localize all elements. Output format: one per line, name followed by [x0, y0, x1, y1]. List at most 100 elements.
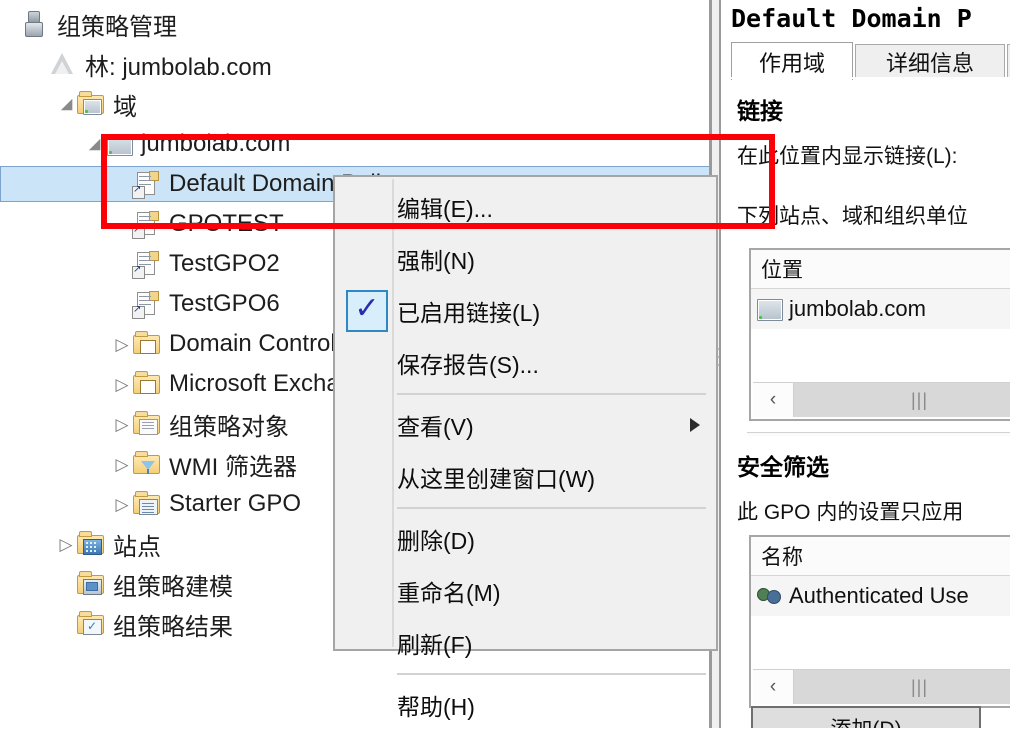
tree-item-label: jumbolab.com [141, 130, 291, 157]
expand-arrow-icon[interactable] [112, 494, 132, 514]
menu-item-m[interactable]: 重命名(M) [335, 565, 716, 617]
gpo-link-icon [132, 289, 162, 319]
cell-name: Authenticated Use [789, 583, 969, 608]
gpo-link-context-menu[interactable]: 编辑(E)... 强制(N) 已启用链接(L) ✓ 保存报告(S)... 查看(V) 从这里… [333, 175, 718, 720]
menu-item-v[interactable]: 查看(V) [335, 399, 716, 451]
gp-results-icon [76, 609, 106, 639]
links-heading: 链接 [737, 98, 783, 124]
scroll-left-icon[interactable]: ‹ [753, 383, 794, 417]
menu-item-d[interactable]: 删除(D) [335, 513, 716, 565]
tree-item-label: 组策略管理 [57, 13, 177, 41]
expand-arrow-icon[interactable] [112, 454, 132, 474]
column-label: 名称 [761, 546, 803, 569]
domain-icon [755, 295, 783, 323]
menu-separator [397, 393, 706, 395]
sites-folder-icon [76, 529, 106, 559]
menu-item-label: 刷新(F) [397, 632, 473, 658]
display-links-label: 在此位置内显示链接(L): [737, 145, 958, 168]
tab-label: 详细信息 [885, 50, 974, 76]
domains-folder-icon [76, 89, 106, 119]
menu-item-label: 删除(D) [397, 528, 475, 554]
domain-icon [104, 129, 134, 159]
expand-arrow-icon[interactable] [112, 414, 132, 434]
column-label: 位置 [761, 259, 803, 282]
starter-gpo-folder-icon [132, 489, 162, 519]
tree-item-label: 组策略对象 [169, 413, 289, 441]
menu-item-label: 查看(V) [397, 414, 474, 440]
scroll-thumb[interactable]: ||| [794, 670, 1010, 704]
users-icon [755, 582, 783, 610]
tree-item-0[interactable]: 组策略管理 [0, 4, 711, 44]
menu-item-label: 从这里创建窗口(W) [397, 466, 596, 492]
expand-arrow-icon[interactable] [112, 334, 132, 354]
menu-item-w[interactable]: 从这里创建窗口(W) [335, 451, 716, 503]
links-listbox[interactable]: 位置 jumbolab.com ‹ ||| [749, 248, 1010, 421]
security-heading: 安全筛选 [737, 454, 829, 480]
menu-item-label: 保存报告(S)... [397, 352, 539, 378]
expand-arrow-icon[interactable] [112, 374, 132, 394]
tree-item-label: 林: jumbolab.com [85, 53, 272, 81]
security-horizontal-scrollbar[interactable]: ‹ ||| [753, 669, 1010, 704]
collapse-arrow-icon[interactable] [56, 94, 76, 114]
gpo-detail-pane[interactable]: Default Domain P 作用域 详细信息 设置 链接 在此位置内显示链… [721, 0, 1010, 728]
gpo-link-icon [132, 209, 162, 239]
links-column-header-location[interactable]: 位置 [751, 250, 1010, 289]
add-button[interactable]: 添加(D) [751, 706, 981, 728]
menu-item-label: 帮助(H) [397, 694, 475, 720]
menu-separator [397, 507, 706, 509]
checkmark-icon: ✓ [354, 292, 380, 325]
detail-tabstrip[interactable]: 作用域 详细信息 设置 [731, 42, 1010, 80]
menu-item-label: 重命名(M) [397, 580, 501, 606]
menu-item-s[interactable]: 保存报告(S)... [335, 337, 716, 389]
tree-item-label: GPOTEST [169, 210, 284, 237]
ou-folder-icon [132, 369, 162, 399]
menu-item-n[interactable]: 强制(N) [335, 233, 716, 285]
tree-item-label: WMI 筛选器 [169, 453, 297, 481]
menu-item-l[interactable]: 已启用链接(L) ✓ [335, 285, 716, 337]
menu-separator [397, 673, 706, 675]
forest-icon [48, 49, 78, 79]
tree-item-label: 组策略建模 [113, 573, 233, 601]
tab-details[interactable]: 详细信息 [855, 44, 1005, 78]
section-divider [747, 432, 1010, 436]
table-row[interactable]: jumbolab.com [751, 289, 1010, 329]
menu-item-h[interactable]: 帮助(H) [335, 679, 716, 731]
tree-item-2[interactable]: 域 [0, 84, 711, 124]
wmi-filter-folder-icon [132, 449, 162, 479]
menu-item-checkbox[interactable]: ✓ [346, 290, 388, 332]
gpo-link-icon [132, 169, 162, 199]
gpo-link-icon [132, 249, 162, 279]
menu-item-f[interactable]: 刷新(F) [335, 617, 716, 669]
tree-item-label: TestGPO2 [169, 250, 280, 277]
scroll-left-icon[interactable]: ‹ [753, 670, 794, 704]
gpmc-icon [20, 9, 50, 39]
tree-item-1[interactable]: 林: jumbolab.com [0, 44, 711, 84]
expand-arrow-icon[interactable] [56, 534, 76, 554]
tree-item-label: Starter GPO [169, 490, 302, 517]
tree-item-label: 域 [113, 93, 137, 121]
gpo-folder-icon [132, 409, 162, 439]
page-title: Default Domain P [731, 4, 972, 33]
menu-item-e[interactable]: 编辑(E)... [335, 181, 716, 233]
menu-item-label: 编辑(E)... [397, 196, 493, 222]
tree-item-3[interactable]: jumbolab.com [0, 124, 711, 164]
ou-folder-icon [132, 329, 162, 359]
gp-modeling-icon [76, 569, 106, 599]
cell-location: jumbolab.com [789, 296, 926, 321]
links-horizontal-scrollbar[interactable]: ‹ ||| [753, 382, 1010, 417]
tab-label: 作用域 [758, 50, 825, 76]
scroll-thumb[interactable]: ||| [794, 383, 1010, 417]
tab-scope[interactable]: 作用域 [731, 42, 853, 80]
menu-item-label: 已启用链接(L) [397, 300, 541, 326]
tree-item-label: TestGPO6 [169, 290, 280, 317]
table-row[interactable]: Authenticated Use [751, 576, 1010, 616]
collapse-arrow-icon[interactable] [84, 134, 104, 154]
tree-item-label: 站点 [113, 533, 161, 561]
menu-item-label: 强制(N) [397, 248, 475, 274]
security-description: 此 GPO 内的设置只应用 [737, 501, 964, 524]
security-listbox[interactable]: 名称 Authenticated Use ‹ ||| [749, 535, 1010, 708]
tree-item-label: 组策略结果 [113, 613, 233, 641]
links-description: 下列站点、域和组织单位 [737, 205, 968, 228]
chevron-right-icon [690, 418, 700, 432]
security-column-header-name[interactable]: 名称 [751, 537, 1010, 576]
